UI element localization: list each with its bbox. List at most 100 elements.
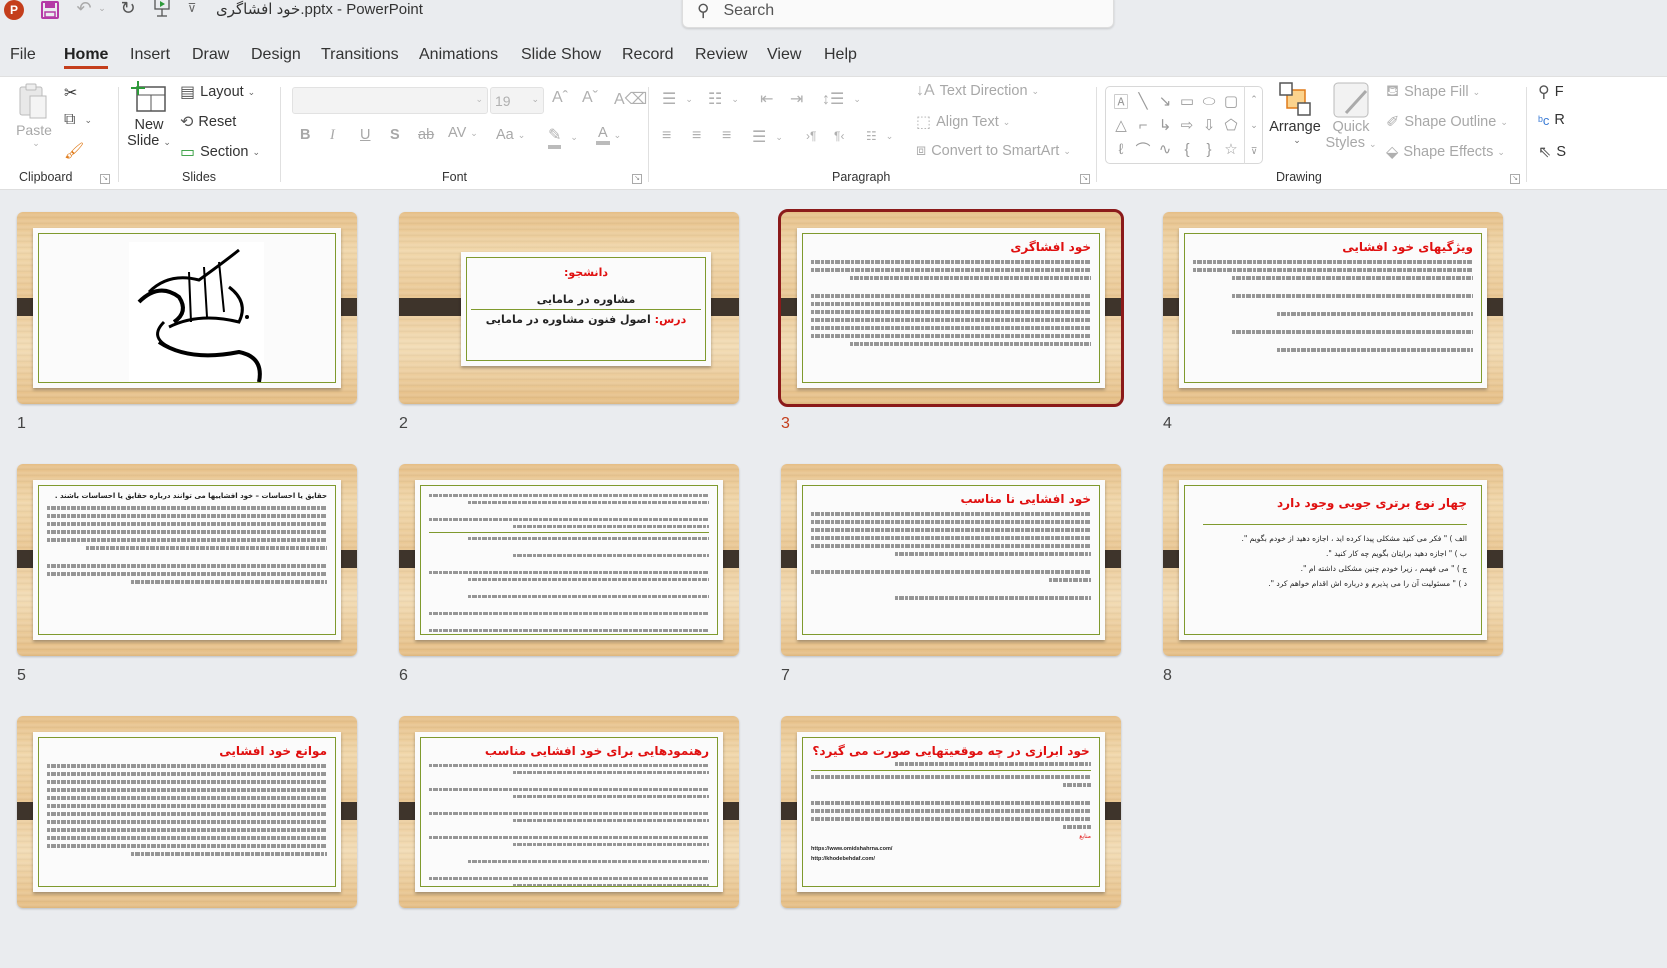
line-spacing-button[interactable]: ↕☰ ⌄ [822,89,861,109]
tab-animations[interactable]: Animations [419,46,498,64]
slide-thumbnail-10[interactable]: رهنمودهایی برای خود افشایی مناسب [399,716,739,908]
reset-button[interactable]: ⟲ Reset [180,112,236,132]
slide-thumbnail-11[interactable]: خود ابرازی در چه موقعیتهایی صورت می گیرد… [781,716,1121,908]
arrow-line-shape-icon[interactable]: ↘ [1154,89,1176,113]
section-button[interactable]: ▭ Section ⌄ [180,142,260,162]
tab-design[interactable]: Design [251,46,301,64]
replace-button[interactable]: ᵇc R [1538,112,1565,128]
paste-button[interactable]: Paste ⌄ [16,82,52,149]
increase-indent-button[interactable]: ⇥ [790,89,808,109]
font-size-box[interactable]: 19 ⌄ [490,87,544,114]
align-left-button[interactable]: ≡ [662,127,676,145]
elbow-connector-icon[interactable]: ⌐ [1132,113,1154,137]
line-shape-icon[interactable]: ╲ [1132,89,1154,113]
slide-thumbnail-6[interactable] [399,464,739,656]
curve-shape-icon[interactable]: ∿ [1154,137,1176,161]
right-arrow-shape-icon[interactable]: ⇨ [1176,113,1198,137]
slide-thumbnail-3[interactable]: خود افشاگری [778,209,1124,407]
undo-icon[interactable]: ↶ [72,0,96,20]
text-shadow-button[interactable]: S [390,127,400,143]
search-box[interactable]: ⚲ Search [682,0,1114,28]
arrange-button[interactable]: Arrange ⌄ [1268,81,1322,146]
tab-file[interactable]: File [10,46,36,64]
align-right-button[interactable]: ≡ [722,127,736,145]
customize-quick-access-icon[interactable]: ⊽ [184,0,200,18]
clear-formatting-button[interactable]: A⌫ [614,89,652,109]
font-name-box[interactable]: ⌄ [292,87,488,114]
present-from-start-icon[interactable] [150,0,174,20]
freeform-shape-icon[interactable]: ℓ [1110,137,1132,161]
elbow-arrow-icon[interactable]: ↳ [1154,113,1176,137]
textbox-shape-icon[interactable]: 🄰 [1110,89,1132,113]
tab-insert[interactable]: Insert [130,46,170,64]
shape-effects-button[interactable]: ⬙ Shape Effects ⌄ [1386,142,1505,162]
tab-help[interactable]: Help [824,46,857,64]
slide-thumbnail-8[interactable]: چهار نوع برتری جویی وجود دارد الف ) " فک… [1163,464,1503,656]
tab-transitions[interactable]: Transitions [321,46,399,64]
tab-view[interactable]: View [767,46,801,64]
cut-button[interactable]: ✂ [64,83,82,103]
ltr-button[interactable]: ›¶ [806,129,821,143]
tab-review[interactable]: Review [695,46,747,64]
numbering-button[interactable]: ☷ ⌄ [708,89,739,109]
drawing-launcher-icon[interactable]: ↘ [1510,174,1520,184]
shapes-gallery[interactable]: 🄰 ╲ ↘ ▭ ⬭ ▢ △ ⌐ ↳ ⇨ ⇩ ⬠ ℓ ⌒ ∿{} ☆ [1105,86,1263,164]
down-arrow-shape-icon[interactable]: ⇩ [1198,113,1220,137]
change-case-button[interactable]: Aa ⌄ [496,127,525,143]
source-link[interactable]: http://khodebehdaf.com/ [811,854,1091,864]
bullets-button[interactable]: ☰ ⌄ [662,89,693,109]
slide-thumbnail-5[interactable]: حقایق یا احساسات – خود افشاییها می توانن… [17,464,357,656]
find-button[interactable]: ⚲ F [1538,82,1564,102]
arc-shape-icon[interactable]: ⌒ [1132,137,1154,161]
oval-shape-icon[interactable]: ⬭ [1198,89,1220,113]
triangle-shape-icon[interactable]: △ [1110,113,1132,137]
format-painter-button[interactable]: 🖌 [64,141,89,161]
slide-thumbnail-7[interactable]: خود افشایی نا مناسب [781,464,1121,656]
select-button[interactable]: ⇖ S [1538,142,1566,162]
increase-font-button[interactable]: Aˆ [552,89,573,107]
tab-record[interactable]: Record [622,46,674,64]
shape-outline-button[interactable]: ✐ Shape Outline ⌄ [1386,112,1508,132]
source-link[interactable]: https://www.omidshahrna.com/ [811,844,1091,854]
font-color-button[interactable]: A ⌄ [596,125,621,145]
clipboard-launcher-icon[interactable]: ↘ [100,174,110,184]
font-launcher-icon[interactable]: ↘ [632,174,642,184]
save-icon[interactable] [38,0,62,22]
highlight-color-button[interactable]: ✎ ⌄ [548,125,578,149]
bold-button[interactable]: B [300,127,310,143]
decrease-font-button[interactable]: Aˇ [582,89,603,107]
star-shape-icon[interactable]: ☆ [1220,137,1242,161]
rectangle-shape-icon[interactable]: ▭ [1176,89,1198,113]
redo-icon[interactable]: ↻ [116,0,140,20]
paragraph-launcher-icon[interactable]: ↘ [1080,174,1090,184]
shape-fill-button[interactable]: ⛾ Shape Fill ⌄ [1386,82,1480,102]
character-spacing-button[interactable]: AV ⌄ [448,125,478,141]
convert-smartart-button[interactable]: ⧈ Convert to SmartArt ⌄ [916,142,1071,160]
align-text-button[interactable]: ⬚ Align Text ⌄ [916,112,1010,132]
align-center-button[interactable]: ≡ [692,127,706,145]
right-brace-icon[interactable]: } [1198,137,1220,161]
quick-styles-button[interactable]: Quick Styles ⌄ [1325,81,1377,151]
decrease-indent-button[interactable]: ⇤ [760,89,778,109]
italic-button[interactable]: I [330,127,335,144]
tab-home[interactable]: Home [64,46,109,69]
layout-button[interactable]: ▤ Layout ⌄ [180,82,255,102]
rounded-rect-shape-icon[interactable]: ▢ [1220,89,1242,113]
slide-thumbnail-2[interactable]: دانشجو: مشاوره در مامایی درس: اصول فنون … [399,212,739,404]
underline-button[interactable]: U [360,127,370,143]
copy-button[interactable]: ⧉ ⌄ [64,111,92,129]
rtl-button[interactable]: ¶‹ [834,129,849,143]
tab-slide-show[interactable]: Slide Show [521,46,601,64]
left-brace-icon[interactable]: { [1176,137,1198,161]
new-slide-button[interactable]: New Slide ⌄ [126,81,172,149]
undo-dropdown-icon[interactable]: ⌄ [96,0,108,18]
slide-thumbnail-1[interactable] [17,212,357,404]
tab-draw[interactable]: Draw [192,46,229,64]
slide-thumbnail-9[interactable]: موانع خود افشایی [17,716,357,908]
text-direction-button[interactable]: ↓A Text Direction ⌄ [916,82,1039,100]
strikethrough-button[interactable]: ab [418,127,434,143]
shapes-scroll[interactable]: ⌃ ⌄ ⊽ [1244,86,1263,164]
slide-thumbnail-4[interactable]: ویژگیهای خود افشایی [1163,212,1503,404]
justify-button[interactable]: ☰ ⌄ [752,127,783,147]
columns-button[interactable]: ☷ ⌄ [866,129,893,143]
